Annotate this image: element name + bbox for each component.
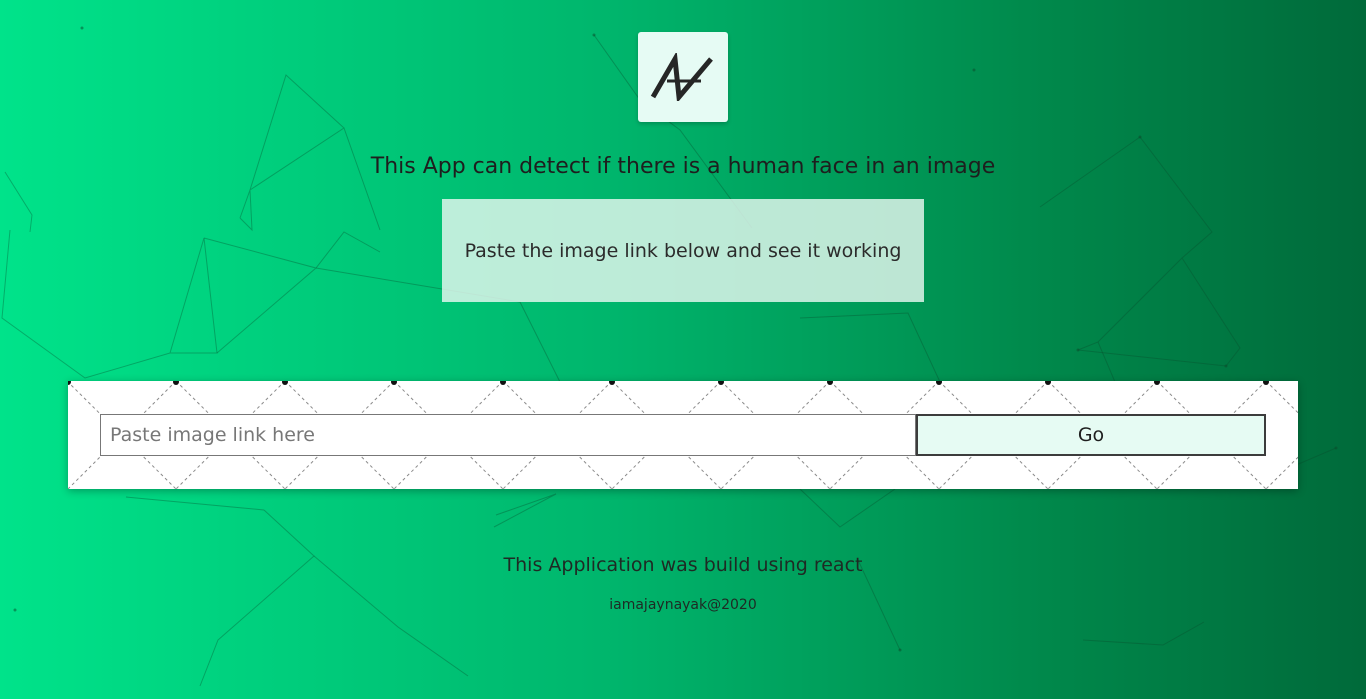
page-headline: This App can detect if there is a human … — [370, 154, 996, 179]
brand-logo-icon — [650, 53, 713, 101]
image-link-input[interactable] — [100, 414, 916, 456]
logo-tile[interactable] — [638, 32, 728, 122]
go-button[interactable]: Go — [916, 414, 1266, 456]
footer-copyright: iamajaynayak@2020 — [609, 597, 757, 613]
instruction-text: Paste the image link below and see it wo… — [464, 239, 902, 262]
image-link-form: Go — [68, 381, 1298, 489]
instruction-card: Paste the image link below and see it wo… — [442, 199, 924, 302]
footer-credit: This Application was build using react — [503, 554, 863, 576]
